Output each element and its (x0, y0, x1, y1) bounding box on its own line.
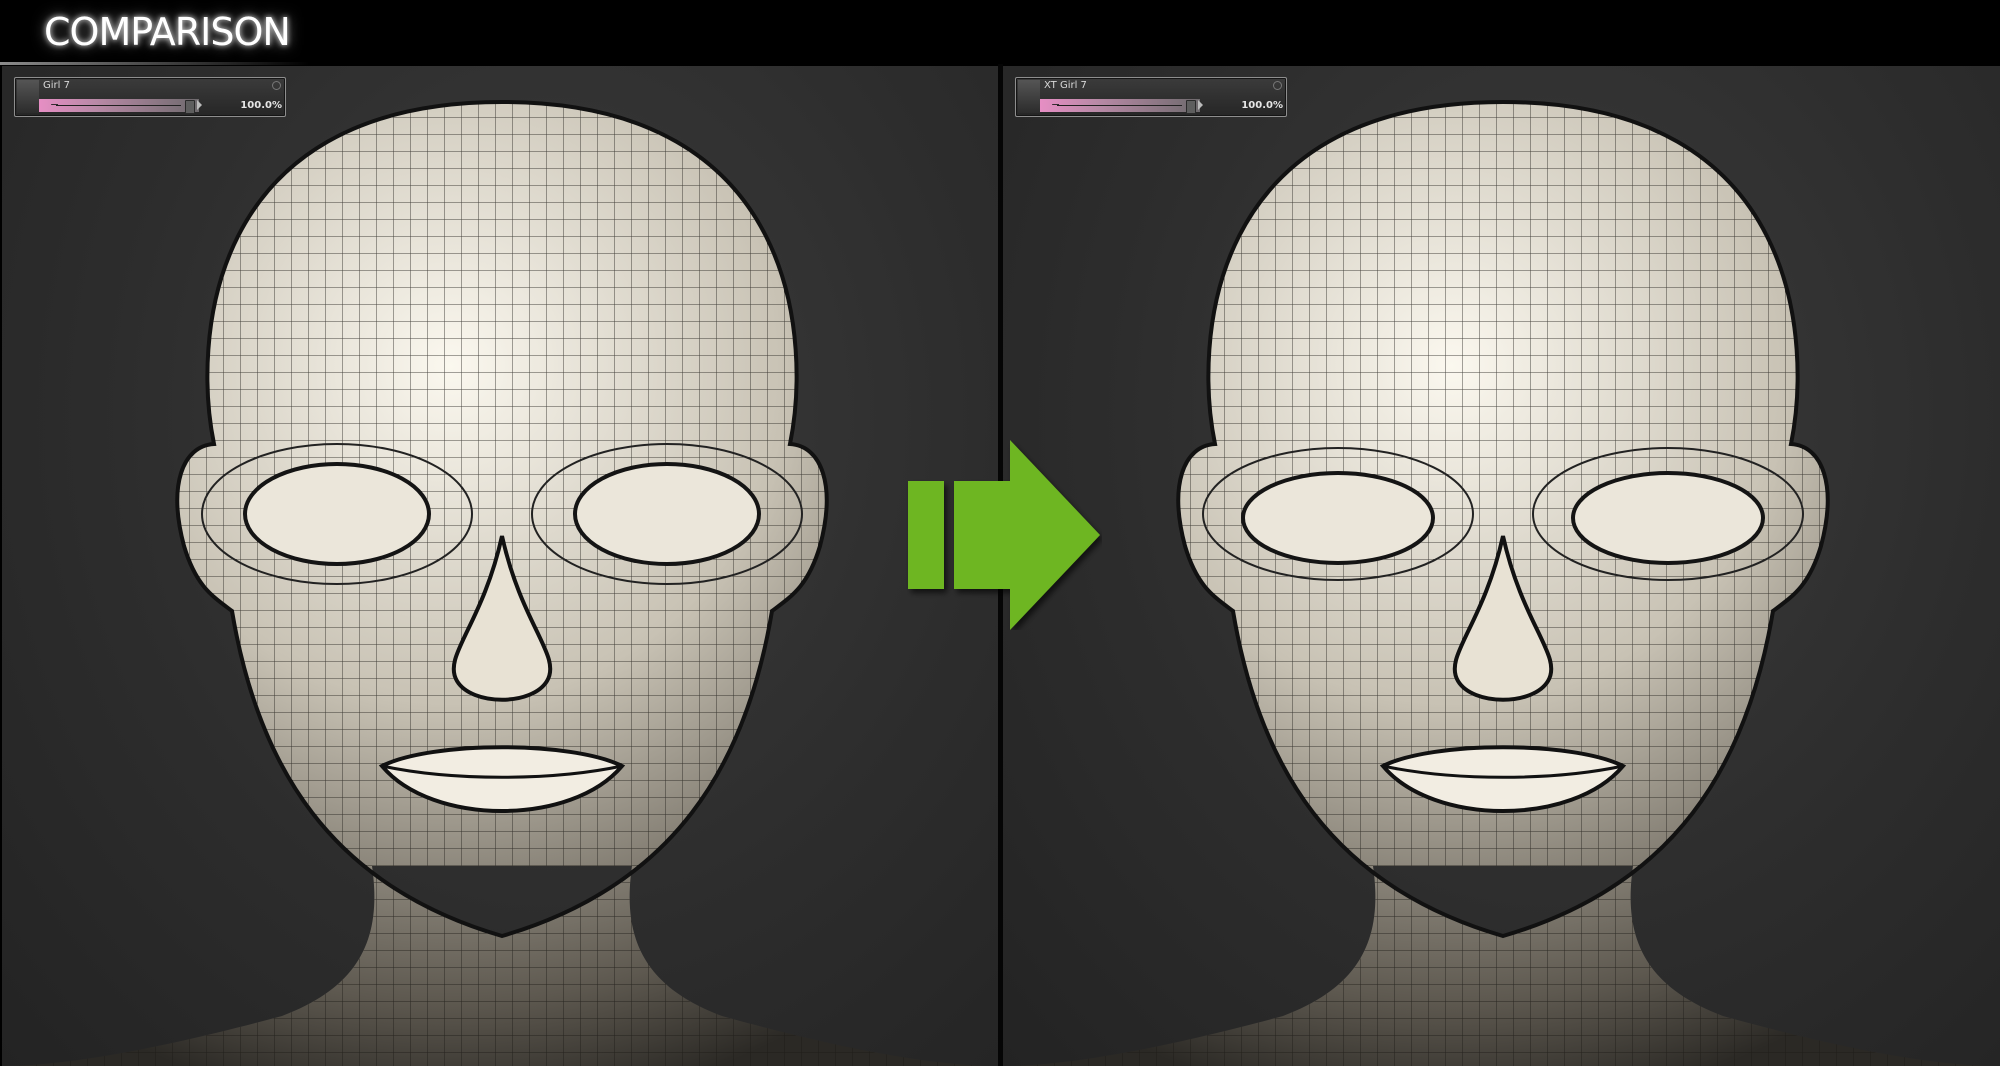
morph-dial-girl-7[interactable]: Girl 7 − 100.0% (14, 77, 286, 117)
increment-arrow-icon[interactable] (1198, 100, 1203, 110)
arrow-right-icon (908, 440, 1100, 630)
slider-handle[interactable] (185, 100, 195, 114)
title-underline (0, 62, 310, 65)
slider-track (1057, 105, 1182, 106)
slider-handle[interactable] (1186, 100, 1196, 114)
right-viewport[interactable]: XT Girl 7 − 100.0% (1003, 66, 2000, 1066)
morph-dial-xt-girl-7[interactable]: XT Girl 7 − 100.0% (1015, 77, 1287, 117)
morph-value[interactable]: 100.0% (240, 100, 282, 111)
morph-name: XT Girl 7 (1044, 80, 1087, 91)
head-wireframe-render-right (1003, 99, 2000, 1066)
head-wireframe-render-left (2, 99, 998, 1066)
left-viewport[interactable]: Girl 7 − 100.0% (2, 66, 998, 1066)
page-title: COMPARISON (44, 10, 291, 54)
figure-thumbnail-icon (17, 80, 39, 113)
gear-icon[interactable] (1273, 81, 1282, 90)
morph-slider[interactable]: − (1040, 98, 1200, 112)
morph-slider[interactable]: − (39, 98, 199, 112)
morph-value[interactable]: 100.0% (1241, 100, 1283, 111)
figure-thumbnail-icon (1018, 80, 1040, 113)
header-bar: COMPARISON (0, 0, 2000, 65)
slider-track (56, 105, 181, 106)
increment-arrow-icon[interactable] (197, 100, 202, 110)
gear-icon[interactable] (272, 81, 281, 90)
morph-name: Girl 7 (43, 80, 70, 91)
